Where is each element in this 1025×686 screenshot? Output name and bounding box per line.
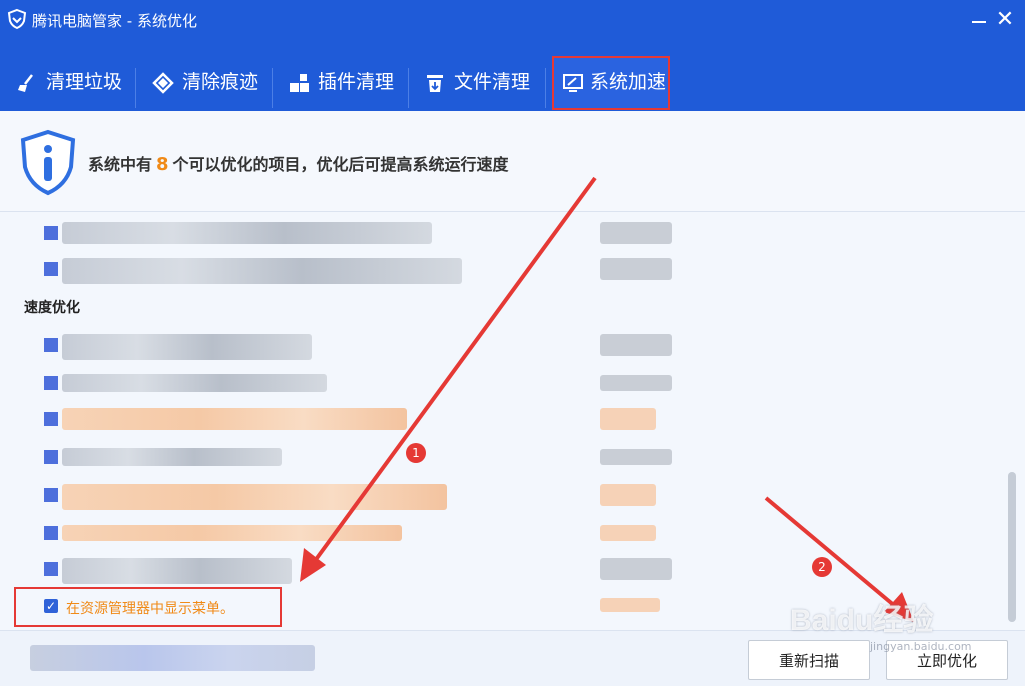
annotation-marker-1: 1: [406, 443, 426, 463]
baidu-watermark: Baidu经验: [790, 604, 934, 637]
annotation-arrows: [300, 176, 914, 622]
watermark-url: jingyan.baidu.com: [870, 640, 972, 653]
annotation-marker-2: 2: [812, 557, 832, 577]
